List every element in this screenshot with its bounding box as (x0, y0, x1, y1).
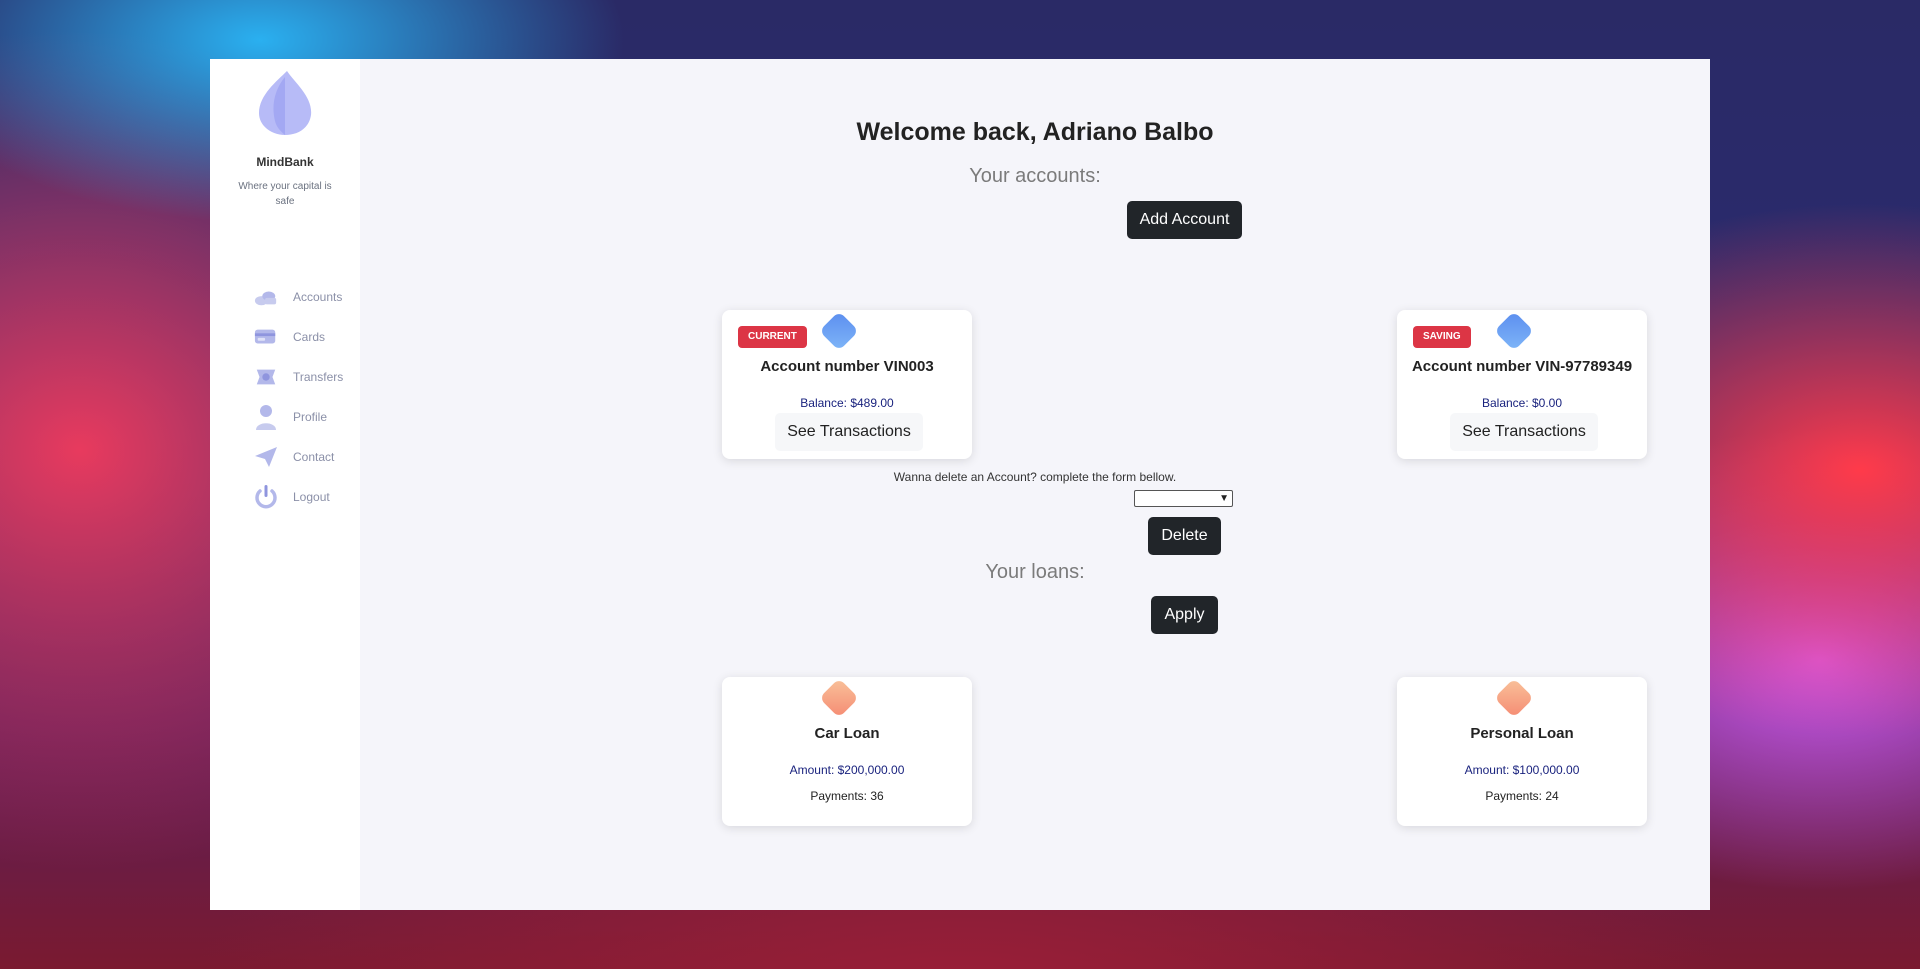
see-transactions-button[interactable]: See Transactions (1450, 413, 1598, 451)
loan-payments: Payments: 24 (1485, 789, 1559, 803)
sidebar-item-label: Contact (293, 450, 335, 464)
sidebar-item-transfers[interactable]: Transfers (210, 357, 360, 397)
add-account-button[interactable]: Add Account (1127, 201, 1242, 239)
account-select[interactable]: ▼ (1134, 490, 1233, 507)
loan-card: Car Loan Amount: $200,000.00 Payments: 3… (722, 677, 972, 826)
brand-name: MindBank (256, 155, 314, 169)
sidebar-item-label: Cards (293, 330, 326, 344)
account-type-badge: CURRENT (738, 326, 807, 348)
sidebar-item-label: Accounts (293, 290, 343, 304)
coins-icon (254, 285, 278, 309)
loan-amount: Amount: $100,000.00 (1464, 763, 1580, 777)
brand-tagline: Where your capital is safe (238, 181, 332, 207)
welcome-title: Welcome back, Adriano Balbo (856, 118, 1214, 146)
sidebar-item-label: Profile (293, 410, 328, 424)
app-window: MindBank Where your capital is safe Acco… (210, 59, 1710, 910)
sidebar-item-contact[interactable]: Contact (210, 437, 360, 477)
transfer-icon (254, 365, 278, 389)
sidebar: MindBank Where your capital is safe Acco… (210, 59, 360, 910)
delete-button[interactable]: Delete (1148, 517, 1221, 555)
account-number: Account number VIN-97789349 (1411, 358, 1633, 375)
sidebar-item-label: Logout (293, 490, 330, 504)
sidebar-item-logout[interactable]: Logout (210, 477, 360, 517)
loan-payments: Payments: 36 (810, 789, 884, 803)
account-card: SAVING Account number VIN-97789349 Balan… (1397, 310, 1647, 459)
user-icon (254, 405, 278, 430)
sidebar-item-profile[interactable]: Profile (210, 397, 360, 437)
chevron-down-icon: ▼ (1219, 493, 1229, 504)
account-number: Account number VIN003 (760, 358, 934, 375)
sidebar-item-accounts[interactable]: Accounts (210, 277, 360, 317)
account-balance: Balance: $489.00 (800, 396, 894, 410)
loan-name: Car Loan (814, 725, 880, 742)
diamond-icon (819, 311, 859, 351)
loan-name: Personal Loan (1470, 725, 1574, 742)
account-balance: Balance: $0.00 (1481, 396, 1563, 410)
paper-plane-icon (254, 445, 278, 469)
accounts-heading: Your accounts: (969, 165, 1101, 187)
diamond-icon (819, 678, 859, 718)
card-icon (254, 325, 278, 349)
logo-icon (255, 69, 315, 137)
diamond-icon (1494, 311, 1534, 351)
delete-account-prompt: Wanna delete an Account? complete the fo… (893, 470, 1177, 484)
sidebar-item-label: Transfers (293, 370, 344, 384)
account-card: CURRENT Account number VIN003 Balance: $… (722, 310, 972, 459)
sidebar-item-cards[interactable]: Cards (210, 317, 360, 357)
loan-amount: Amount: $200,000.00 (789, 763, 905, 777)
apply-button[interactable]: Apply (1151, 596, 1218, 634)
sidebar-nav: Accounts Cards Transfers Profile Contact… (210, 277, 360, 517)
see-transactions-button[interactable]: See Transactions (775, 413, 923, 451)
account-type-badge: SAVING (1413, 326, 1471, 348)
power-icon (254, 485, 278, 509)
main-content: Welcome back, Adriano Balbo Your account… (360, 59, 1710, 910)
diamond-icon (1494, 678, 1534, 718)
loans-heading: Your loans: (985, 561, 1085, 583)
loan-card: Personal Loan Amount: $100,000.00 Paymen… (1397, 677, 1647, 826)
